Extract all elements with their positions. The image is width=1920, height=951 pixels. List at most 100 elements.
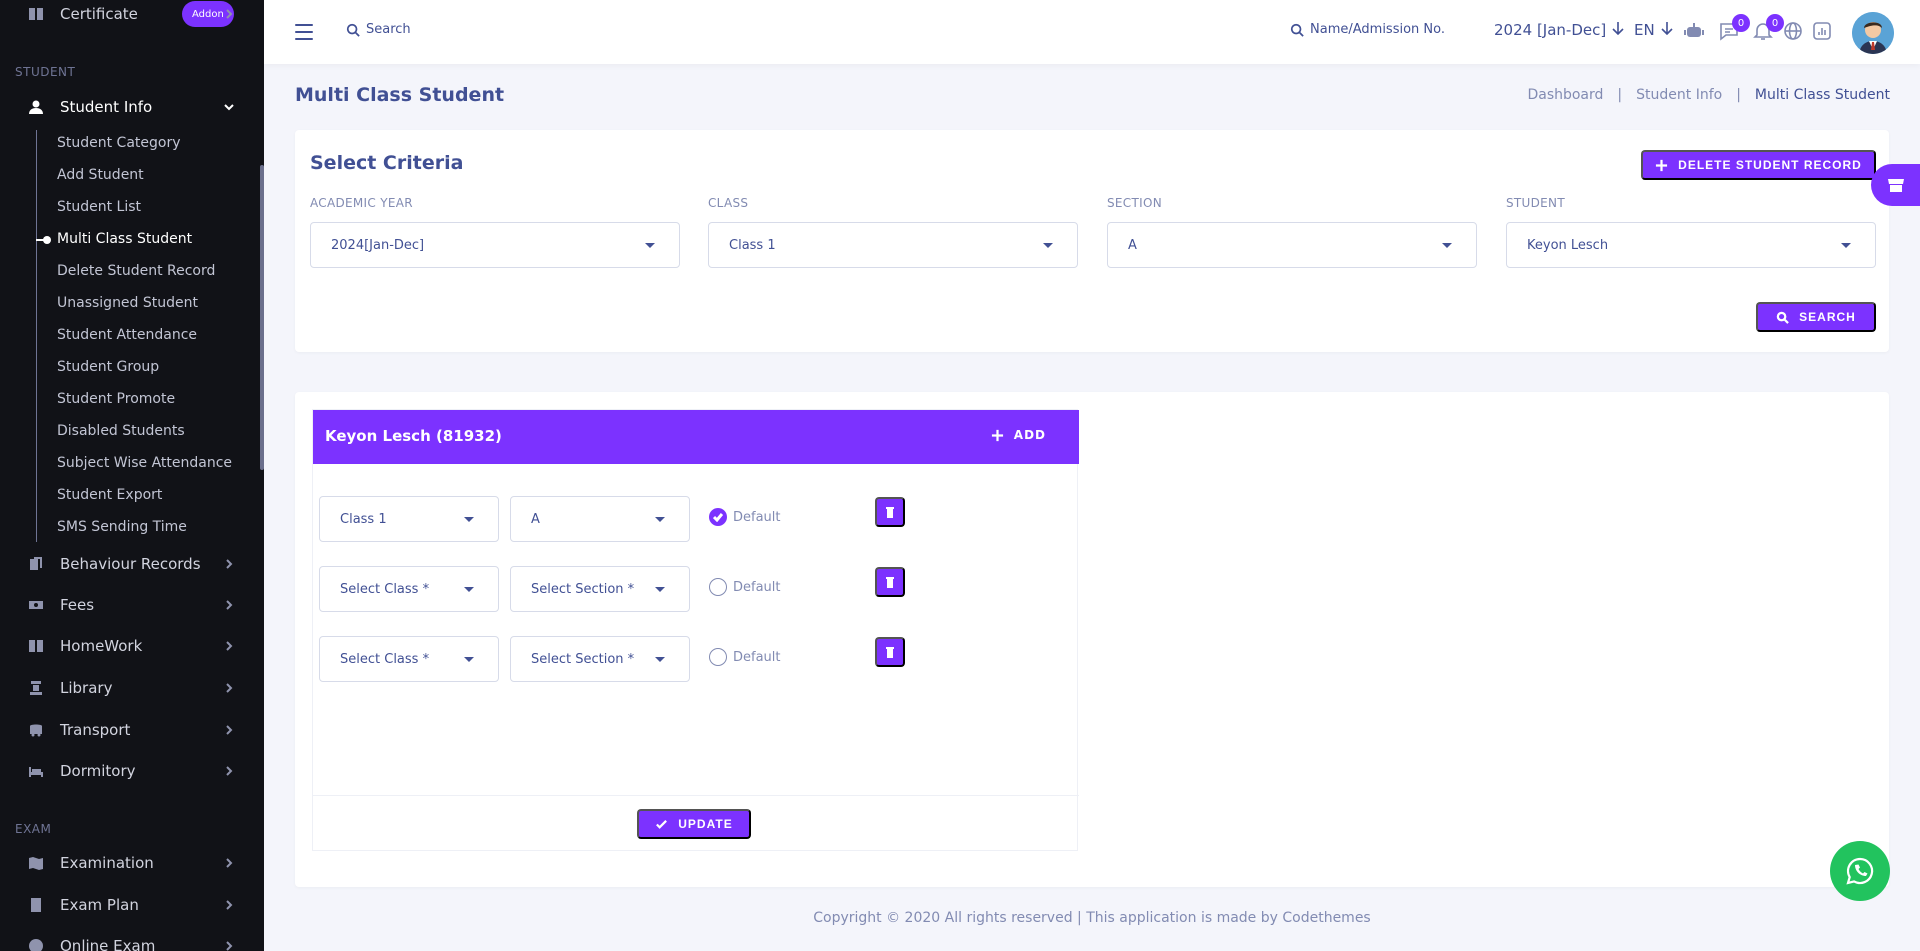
update-button[interactable]: UPDATE bbox=[637, 809, 751, 839]
sidebar-subitem-student-export[interactable]: Student Export bbox=[57, 483, 162, 507]
online-exam-icon bbox=[28, 938, 44, 951]
search-button[interactable]: SEARCH bbox=[1756, 302, 1876, 332]
records-icon bbox=[28, 556, 44, 572]
store-icon bbox=[1887, 179, 1904, 192]
plus-icon bbox=[991, 429, 1003, 441]
radio-circle-icon bbox=[709, 648, 727, 666]
class-select[interactable]: Class 1 bbox=[708, 222, 1078, 268]
academic-year-label: ACADEMIC YEAR bbox=[310, 196, 413, 210]
bell-icon[interactable]: 0 bbox=[1752, 14, 1784, 42]
criteria-title: Select Criteria bbox=[310, 152, 464, 174]
row-default-radio[interactable]: Default bbox=[709, 648, 781, 666]
sidebar-item-library[interactable]: Library bbox=[0, 668, 260, 708]
sidebar-subitem-multi-class-student[interactable]: Multi Class Student bbox=[57, 227, 192, 251]
sidebar-subitem-student-group[interactable]: Student Group bbox=[57, 355, 159, 379]
delete-student-record-button[interactable]: DELETE STUDENT RECORD bbox=[1641, 150, 1876, 180]
student-class-box: Keyon Lesch (81932) ADD Class 1 A Defaul… bbox=[312, 409, 1079, 851]
row-class-select[interactable]: Class 1 bbox=[319, 496, 499, 542]
student-search-label: Name/Admission No. bbox=[1310, 22, 1445, 37]
divider bbox=[313, 795, 1079, 796]
sidebar-item-exam-plan[interactable]: Exam Plan bbox=[0, 885, 260, 925]
breadcrumb-dashboard[interactable]: Dashboard bbox=[1527, 87, 1603, 103]
sidebar-subitem-subject-wise-attendance[interactable]: Subject Wise Attendance bbox=[57, 451, 232, 475]
side-float-button[interactable] bbox=[1871, 164, 1920, 206]
chevron-right-icon bbox=[222, 856, 236, 870]
academic-year-selector[interactable]: 2024 [Jan-Dec] bbox=[1494, 21, 1624, 39]
sidebar-subitem-student-list[interactable]: Student List bbox=[57, 195, 141, 219]
row-default-radio[interactable]: Default bbox=[709, 508, 781, 526]
sidebar-subitem-disabled-students[interactable]: Disabled Students bbox=[57, 419, 185, 443]
sidebar-item-examination[interactable]: Examination bbox=[0, 843, 260, 883]
sidebar-subitem-add-student[interactable]: Add Student bbox=[57, 163, 144, 187]
arrow-down-icon bbox=[1606, 21, 1624, 39]
row-section-select[interactable]: Select Section * bbox=[510, 636, 690, 682]
sidebar-item-certificate[interactable]: Certificate Addon bbox=[0, 0, 260, 34]
caret-down-icon bbox=[1043, 243, 1053, 248]
row-section-select[interactable]: Select Section * bbox=[510, 566, 690, 612]
caret-down-icon bbox=[655, 657, 665, 662]
examination-icon bbox=[28, 855, 44, 871]
sidebar-subitem-student-category[interactable]: Student Category bbox=[57, 131, 181, 155]
academic-year-value: 2024[Jan-Dec] bbox=[331, 237, 425, 253]
row-class-select[interactable]: Select Class * bbox=[319, 636, 499, 682]
sidebar-item-dormitory[interactable]: Dormitory bbox=[0, 751, 260, 791]
row-default-radio[interactable]: Default bbox=[709, 578, 781, 596]
sidebar-subitem-student-promote[interactable]: Student Promote bbox=[57, 387, 175, 411]
breadcrumb-student-info[interactable]: Student Info bbox=[1636, 87, 1722, 103]
menu-toggle-icon[interactable] bbox=[295, 24, 313, 40]
sidebar-subitem-delete-student-record[interactable]: Delete Student Record bbox=[57, 259, 215, 283]
sidebar-item-behaviour-records[interactable]: Behaviour Records bbox=[0, 544, 260, 584]
submenu-line bbox=[36, 130, 37, 542]
row-delete-button[interactable] bbox=[875, 637, 905, 667]
search-icon bbox=[346, 23, 360, 37]
sidebar-item-fees[interactable]: Fees bbox=[0, 585, 260, 625]
sidebar-subitem-student-attendance[interactable]: Student Attendance bbox=[57, 323, 197, 347]
whatsapp-button[interactable] bbox=[1830, 841, 1890, 901]
sidebar-item-online-exam[interactable]: Online Exam bbox=[0, 926, 260, 951]
student-select[interactable]: Keyon Lesch bbox=[1506, 222, 1876, 268]
row-default-label: Default bbox=[733, 509, 781, 525]
sidebar-item-label: Certificate bbox=[60, 5, 138, 23]
search-icon bbox=[1776, 311, 1790, 324]
chevron-right-icon bbox=[222, 557, 236, 571]
sidebar-item-student-info[interactable]: Student Info bbox=[0, 87, 260, 127]
check-icon bbox=[709, 508, 727, 526]
sidebar-subitem-unassigned-student[interactable]: Unassigned Student bbox=[57, 291, 198, 315]
caret-down-icon bbox=[1442, 243, 1452, 248]
sidebar-subitem-sms-sending-time[interactable]: SMS Sending Time bbox=[57, 515, 187, 539]
chevron-right-icon bbox=[222, 898, 236, 912]
row-section-select[interactable]: A bbox=[510, 496, 690, 542]
row-class-value: Select Class * bbox=[340, 651, 430, 667]
page-title: Multi Class Student bbox=[295, 84, 505, 106]
dormitory-icon bbox=[28, 763, 44, 779]
add-class-button[interactable]: ADD bbox=[991, 428, 1046, 442]
arrow-down-icon bbox=[1655, 21, 1673, 39]
student-search[interactable]: Name/Admission No. bbox=[1290, 22, 1445, 37]
add-label: ADD bbox=[1013, 428, 1046, 442]
caret-down-icon bbox=[464, 587, 474, 592]
row-class-select[interactable]: Select Class * bbox=[319, 566, 499, 612]
row-delete-button[interactable] bbox=[875, 497, 905, 527]
radio-circle-icon bbox=[709, 578, 727, 596]
section-value: A bbox=[1128, 237, 1137, 253]
globe-icon[interactable] bbox=[1782, 20, 1804, 42]
header-search[interactable]: Search bbox=[346, 22, 411, 37]
top-header: Search Name/Admission No. 2024 [Jan-Dec]… bbox=[264, 0, 1920, 64]
footer: Copyright © 2020 All rights reserved | T… bbox=[813, 910, 1371, 926]
language-selector[interactable]: EN bbox=[1634, 21, 1673, 39]
section-select[interactable]: A bbox=[1107, 222, 1477, 268]
section-heading-exam: EXAM bbox=[15, 822, 52, 836]
sidebar-scrollbar[interactable] bbox=[260, 165, 264, 470]
academic-year-select[interactable]: 2024[Jan-Dec] bbox=[310, 222, 680, 268]
row-delete-button[interactable] bbox=[875, 567, 905, 597]
caret-down-icon bbox=[655, 587, 665, 592]
user-avatar[interactable] bbox=[1852, 12, 1894, 54]
chat-icon[interactable]: 0 bbox=[1718, 14, 1750, 42]
robot-icon[interactable] bbox=[1683, 20, 1705, 42]
sidebar-item-homework[interactable]: HomeWork bbox=[0, 626, 260, 666]
language-label: EN bbox=[1634, 21, 1655, 39]
sidebar-item-label: HomeWork bbox=[60, 637, 143, 655]
report-icon[interactable] bbox=[1811, 20, 1833, 42]
sidebar-item-transport[interactable]: Transport bbox=[0, 710, 260, 750]
chevron-right-icon bbox=[222, 639, 236, 653]
